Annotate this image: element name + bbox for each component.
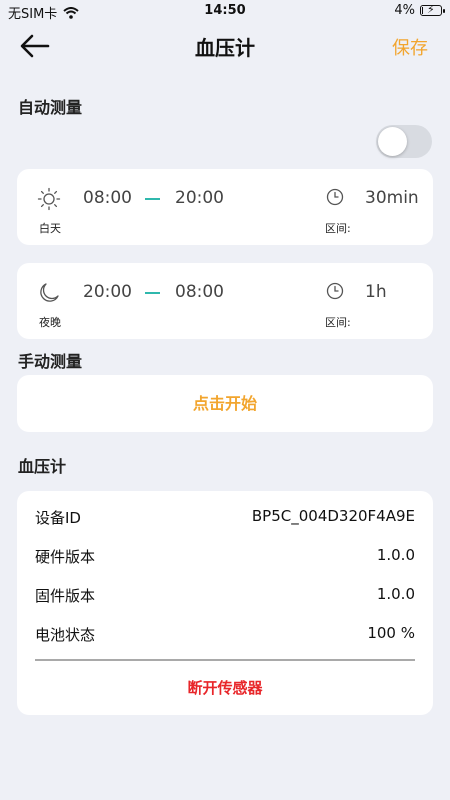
auto-measure-toggle[interactable]	[376, 125, 432, 158]
save-button[interactable]: 保存	[392, 34, 428, 60]
clock-icon	[326, 188, 344, 206]
disconnect-sensor-button[interactable]: 断开传感器	[17, 677, 433, 698]
divider	[35, 659, 415, 661]
clock-icon	[326, 282, 344, 300]
nav-bar: 血压计 保存	[0, 26, 450, 66]
battery-percent: 4%	[394, 3, 415, 18]
info-value: BP5C_004D320F4A9E	[251, 507, 415, 525]
hardware-version-row: 硬件版本 1.0.0	[35, 546, 415, 568]
firmware-version-row: 固件版本 1.0.0	[35, 585, 415, 607]
device-id-row: 设备ID BP5C_004D320F4A9E	[35, 507, 415, 529]
night-start-time[interactable]: 20:00	[83, 282, 132, 302]
night-interval-label: 区间:	[325, 316, 351, 329]
day-end-time[interactable]: 20:00	[175, 188, 224, 208]
battery-fill	[422, 7, 423, 14]
moon-icon	[40, 283, 59, 302]
page-title: 血压计	[195, 36, 255, 60]
day-schedule-card[interactable]: 白天 08:00 20:00 区间: 30min	[17, 169, 433, 245]
day-start-time[interactable]: 08:00	[83, 188, 132, 208]
info-key: 固件版本	[35, 587, 96, 605]
status-time: 14:50	[204, 3, 246, 18]
battery-icon: ⚡	[420, 3, 445, 16]
manual-measure-label: 手动测量	[18, 352, 83, 371]
day-interval-label: 区间:	[325, 222, 351, 235]
auto-measure-label: 自动测量	[18, 98, 83, 117]
night-end-time[interactable]: 08:00	[175, 282, 224, 302]
day-caption: 白天	[39, 222, 61, 235]
time-range-dash	[145, 292, 160, 294]
day-interval-value[interactable]: 30min	[365, 188, 419, 208]
start-measure-button[interactable]: 点击开始	[17, 375, 433, 432]
device-section-label: 血压计	[18, 457, 67, 476]
sun-icon	[37, 187, 61, 211]
info-value: 1.0.0	[376, 546, 415, 564]
night-caption: 夜晚	[39, 316, 61, 329]
info-value: 1.0.0	[376, 585, 415, 603]
status-right: 4% ⚡	[394, 3, 445, 18]
night-schedule-card[interactable]: 夜晚 20:00 08:00 区间: 1h	[17, 263, 433, 339]
info-value: 100 %	[367, 624, 415, 642]
info-key: 电池状态	[35, 626, 96, 644]
night-interval-value[interactable]: 1h	[365, 282, 387, 302]
time-range-dash	[145, 198, 160, 200]
device-info-card: 设备ID BP5C_004D320F4A9E 硬件版本 1.0.0 固件版本 1…	[17, 491, 433, 715]
info-key: 设备ID	[35, 509, 81, 527]
battery-status-row: 电池状态 100 %	[35, 624, 415, 646]
info-key: 硬件版本	[35, 548, 96, 566]
status-bar: 无SIM卡 14:50 4% ⚡	[0, 0, 450, 24]
toggle-knob	[378, 127, 407, 156]
charging-bolt-icon: ⚡	[427, 3, 435, 16]
